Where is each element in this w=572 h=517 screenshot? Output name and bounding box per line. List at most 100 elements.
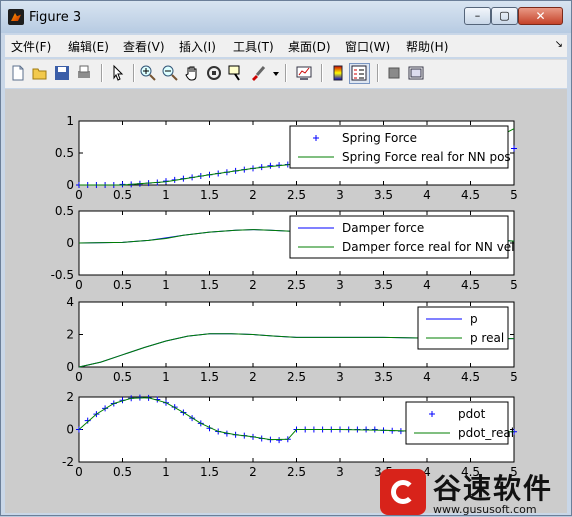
subplot-3: 0 0.5 1 1.5 2 2.5 3 3.5 4 4.5 5 0 2 4 p p real xyxy=(66,295,517,384)
x-tick-label: 0 xyxy=(75,465,83,479)
x-tick-label: 2.5 xyxy=(287,278,306,292)
y-tick-label: 2 xyxy=(66,390,74,404)
x-tick-label: 3.5 xyxy=(374,188,393,202)
brush-icon[interactable] xyxy=(249,64,267,82)
x-tick-label: 0 xyxy=(75,188,83,202)
maximize-icon: ▢ xyxy=(499,9,510,22)
menu-insert[interactable]: 插入(I) xyxy=(179,38,216,55)
close-button[interactable]: ✕ xyxy=(518,7,563,25)
x-tick-label: 1.5 xyxy=(200,370,219,384)
brush-dropdown-icon[interactable] xyxy=(267,64,279,82)
x-tick-label: 2 xyxy=(249,188,257,202)
toolbar xyxy=(5,59,567,88)
maximize-button[interactable]: ▢ xyxy=(491,7,518,25)
menu-desktop[interactable]: 桌面(D) xyxy=(288,38,331,55)
x-tick-label: 1 xyxy=(162,188,170,202)
legend-label: pdot xyxy=(458,407,486,421)
x-tick-label: 1.5 xyxy=(200,465,219,479)
x-tick-label: 2.5 xyxy=(287,188,306,202)
x-tick-label: 2.5 xyxy=(287,370,306,384)
zoom-in-icon[interactable] xyxy=(139,64,157,82)
x-tick-label: 3 xyxy=(336,278,344,292)
menu-file[interactable]: 文件(F) xyxy=(11,38,51,55)
x-tick-label: 4 xyxy=(423,188,431,202)
watermark: 谷速软件 www.gususoft.com xyxy=(377,465,572,517)
menu-view[interactable]: 查看(V) xyxy=(123,38,165,55)
open-file-icon[interactable] xyxy=(31,64,49,82)
y-tick-label: 0 xyxy=(66,178,74,192)
x-tick-label: 5 xyxy=(510,370,518,384)
x-tick-label: 4.5 xyxy=(461,278,480,292)
x-tick-label: 1 xyxy=(162,278,170,292)
menu-edit[interactable]: 编辑(E) xyxy=(68,38,109,55)
x-tick-label: 3 xyxy=(336,188,344,202)
new-figure-icon[interactable] xyxy=(9,64,27,82)
x-tick-label: 3 xyxy=(336,370,344,384)
legend-label: pdot_real xyxy=(458,426,514,440)
x-tick-label: 1.5 xyxy=(200,278,219,292)
data-cursor-icon[interactable] xyxy=(227,64,245,82)
x-tick-label: 1.5 xyxy=(200,188,219,202)
save-icon[interactable] xyxy=(53,64,71,82)
minimize-icon: – xyxy=(474,9,481,22)
x-tick-label: 5 xyxy=(510,278,518,292)
y-tick-label: 0.5 xyxy=(55,146,74,160)
pan-hand-icon[interactable] xyxy=(183,64,201,82)
x-tick-label: 3 xyxy=(336,465,344,479)
legend-label: p real xyxy=(470,331,504,345)
legend-label: Spring Force xyxy=(342,131,417,145)
y-tick-label: 1 xyxy=(66,114,74,128)
legend-label: Damper force xyxy=(342,221,424,235)
x-tick-label: 2 xyxy=(249,465,257,479)
zoom-out-icon[interactable] xyxy=(161,64,179,82)
x-tick-label: 2 xyxy=(249,278,257,292)
legend-label: Damper force real for NN vel xyxy=(342,240,515,254)
x-tick-label: 1 xyxy=(162,465,170,479)
insert-legend-icon[interactable] xyxy=(349,63,370,84)
y-tick-label: 0 xyxy=(66,423,74,437)
x-tick-label: 1 xyxy=(162,370,170,384)
x-tick-label: 3.5 xyxy=(374,370,393,384)
subplots: 0 0.5 1 1.5 2 2.5 3 3.5 4 4.5 500.51Spring ForceSp… xyxy=(51,114,518,479)
subplot-1: 0 0.5 1 1.5 2 2.5 3 3.5 4 4.5 5 0 0.5 1 Spring Force Sp… xyxy=(55,114,518,202)
menu-bar: 文件(F) 编辑(E) 查看(V) 插入(I) 工具(T) 桌面(D) 窗口(W… xyxy=(5,35,567,57)
y-tick-label: 0.5 xyxy=(55,204,74,218)
x-tick-label: 0 xyxy=(75,370,83,384)
x-tick-label: 3.5 xyxy=(374,278,393,292)
title-bar[interactable]: Figure 3 – ▢ ✕ xyxy=(1,1,571,33)
x-tick-label: 4 xyxy=(423,278,431,292)
rotate-3d-icon[interactable] xyxy=(205,64,223,82)
y-tick-label: 0 xyxy=(66,360,74,374)
x-tick-label: 2 xyxy=(249,370,257,384)
x-tick-label: 0.5 xyxy=(113,188,132,202)
menu-window[interactable]: 窗口(W) xyxy=(345,38,390,55)
x-tick-label: 0.5 xyxy=(113,370,132,384)
x-tick-label: 5 xyxy=(510,188,518,202)
insert-colorbar-icon[interactable] xyxy=(329,64,347,82)
figure-window: Figure 3 – ▢ ✕ 文件(F) 编辑(E) 查看(V) 插入(I) 工… xyxy=(0,0,572,516)
x-tick-label: 4 xyxy=(423,370,431,384)
menu-overflow-icon[interactable]: ↘ xyxy=(555,39,563,50)
x-tick-label: 0 xyxy=(75,278,83,292)
x-tick-label: 0.5 xyxy=(113,278,132,292)
y-tick-label: 0 xyxy=(66,236,74,250)
link-plot-icon[interactable] xyxy=(295,64,313,82)
show-plot-tools-icon[interactable] xyxy=(407,64,425,82)
print-icon[interactable] xyxy=(75,64,93,82)
figure-canvas: 0 0.5 1 1.5 2 2.5 3 3.5 4 4.5 5 0 0.5 1 Spring Force Sp… xyxy=(5,89,567,513)
legend-label: Spring Force real for NN pos xyxy=(342,150,511,164)
watermark-logo-icon xyxy=(380,469,426,515)
menu-help[interactable]: 帮助(H) xyxy=(406,38,448,55)
minimize-button[interactable]: – xyxy=(464,7,491,25)
x-tick-label: 2.5 xyxy=(287,465,306,479)
subplot-2: 0 0.5 1 1.5 2 2.5 3 3.5 4 4.5 5-0.500.5Damper forc… xyxy=(51,204,518,292)
window-title: Figure 3 xyxy=(29,10,82,25)
y-tick-label: 2 xyxy=(66,328,74,342)
hide-plot-tools-icon[interactable] xyxy=(385,64,403,82)
x-tick-label: 4.5 xyxy=(461,370,480,384)
menu-tools[interactable]: 工具(T) xyxy=(233,38,274,55)
y-tick-label: 4 xyxy=(66,295,74,309)
watermark-name: 谷速软件 xyxy=(433,472,554,505)
x-tick-label: 0.5 xyxy=(113,465,132,479)
edit-plot-arrow-icon[interactable] xyxy=(109,64,127,82)
